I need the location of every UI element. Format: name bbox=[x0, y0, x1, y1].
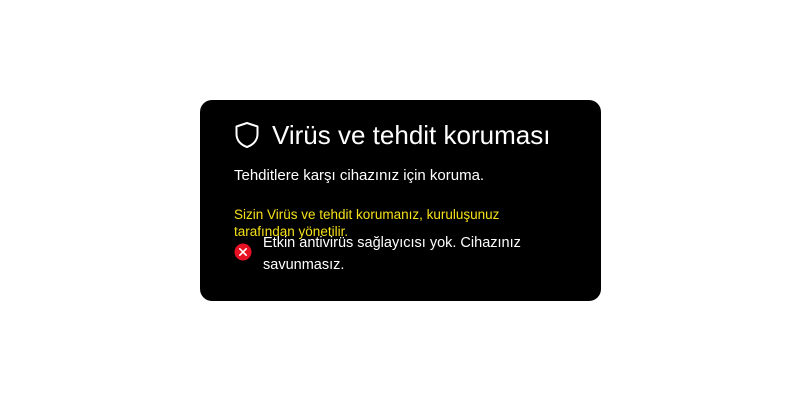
virus-threat-protection-card[interactable]: Virüs ve tehdit koruması Tehditlere karş… bbox=[200, 100, 601, 301]
card-title: Virüs ve tehdit koruması bbox=[272, 120, 551, 150]
card-subtitle: Tehditlere karşı cihazınız için koruma. bbox=[234, 167, 485, 184]
error-icon bbox=[234, 243, 252, 261]
status-row: Etkin antivirüs sağlayıcısı yok. Cihazın… bbox=[234, 232, 543, 276]
shield-icon bbox=[234, 121, 260, 149]
status-message: Etkin antivirüs sağlayıcısı yok. Cihazın… bbox=[263, 235, 521, 273]
card-header: Virüs ve tehdit koruması bbox=[234, 120, 550, 150]
